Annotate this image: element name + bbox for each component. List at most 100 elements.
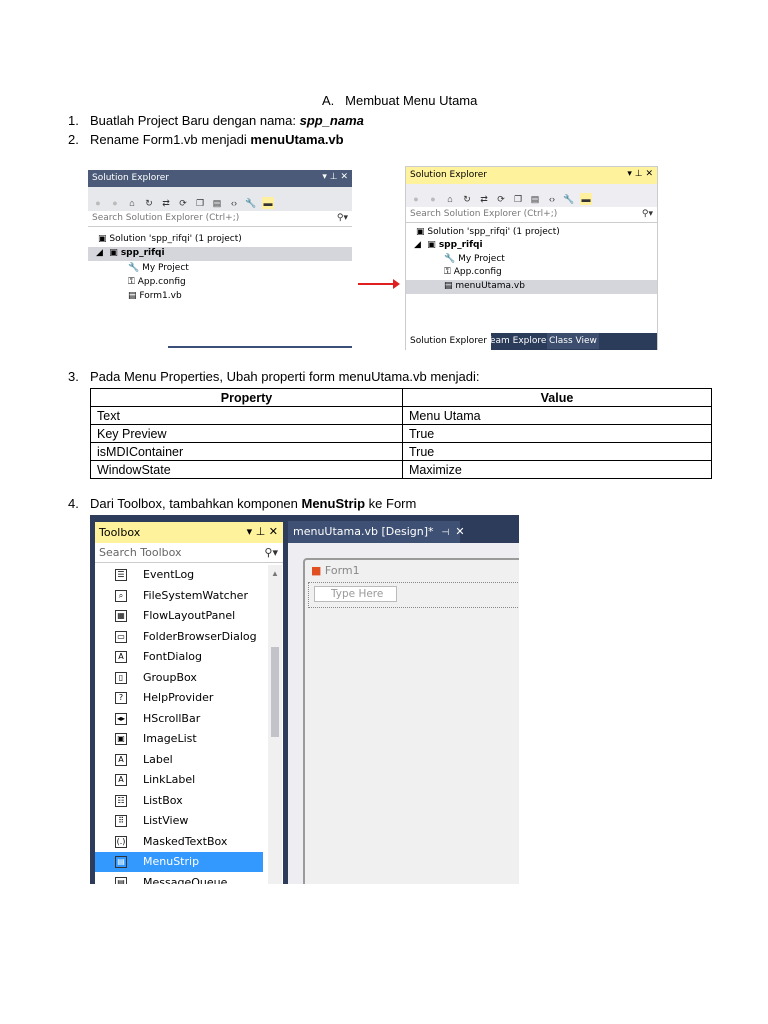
tree-item[interactable]: ⚿ App.config bbox=[444, 267, 502, 277]
window-controls[interactable]: ▾ ⊥ ✕ bbox=[322, 172, 348, 182]
tab-solution-explorer[interactable]: Solution Explorer bbox=[406, 333, 491, 350]
sync-icon[interactable]: ↻ bbox=[143, 197, 155, 209]
tab-designer[interactable]: menuUtama.vb [Design]* ⊣ ✕ bbox=[288, 521, 465, 543]
step-2: 2. Rename Form1.vb menjadi menuUtama.vb bbox=[68, 132, 344, 147]
cell: True bbox=[402, 424, 712, 443]
scrollbar[interactable]: ▲ bbox=[268, 565, 282, 884]
home-icon[interactable]: ⌂ bbox=[444, 193, 456, 205]
toolbox-item-icon: ⠿ bbox=[115, 815, 127, 827]
collapse-icon[interactable]: ❐ bbox=[194, 197, 206, 209]
code-icon[interactable]: ‹› bbox=[228, 197, 240, 209]
column-header: Property bbox=[90, 388, 403, 407]
forward-icon[interactable]: ● bbox=[109, 197, 121, 209]
toolbox-item[interactable]: ◂▸ HScrollBar bbox=[95, 709, 263, 729]
tree-item[interactable]: 🔧 My Project bbox=[444, 254, 505, 264]
properties-table: Property Value Text Menu Utama Key Preview… bbox=[90, 388, 712, 479]
wrench-icon[interactable]: 🔧 bbox=[245, 197, 257, 209]
tree-project[interactable]: ◢ ▣ spp_rifqi bbox=[88, 247, 352, 261]
back-icon[interactable]: ● bbox=[92, 197, 104, 209]
toolbox-item-icon: A bbox=[115, 774, 127, 786]
window-controls[interactable]: ▾ ⊥ ✕ bbox=[627, 169, 653, 179]
scroll-up-icon[interactable]: ▲ bbox=[271, 569, 279, 578]
search-icon: ⚲▾ bbox=[336, 213, 348, 223]
toolbox-item-label: EventLog bbox=[143, 568, 195, 581]
ide-screenshot: Toolbox ▾ ⊥ ✕ Search Toolbox ⚲▾ ☰ EventLog ⌕… bbox=[90, 515, 519, 884]
tree-solution[interactable]: ▣ Solution 'spp_rifqi' (1 project) bbox=[98, 234, 242, 244]
toolbox-search-input[interactable]: Search Toolbox ⚲▾ bbox=[95, 543, 283, 563]
pin-icon[interactable]: ⊣ bbox=[442, 528, 450, 538]
table-row: WindowState Maximize bbox=[90, 460, 712, 479]
search-icon: ⚲▾ bbox=[264, 546, 278, 559]
toolbox-item[interactable]: ▯ GroupBox bbox=[95, 668, 263, 688]
tree-project[interactable]: ◢ ▣ spp_rifqi bbox=[414, 240, 483, 250]
tree-item[interactable]: ⚿ App.config bbox=[128, 277, 186, 287]
toolbox-item[interactable]: A LinkLabel bbox=[95, 770, 263, 790]
preview-icon[interactable]: ▬ bbox=[262, 197, 274, 209]
tree-item[interactable]: 🔧 My Project bbox=[128, 263, 189, 273]
form-icon: ■ bbox=[311, 564, 322, 577]
designer-surface: ■ Form1 Type Here bbox=[288, 543, 519, 884]
toolbox-item-icon: A bbox=[115, 651, 127, 663]
toolbox-item[interactable]: ⠿ ListView bbox=[95, 811, 263, 831]
toolbox-item[interactable]: ▤ MessageQueue bbox=[95, 873, 263, 884]
show-all-icon[interactable]: ▤ bbox=[529, 193, 541, 205]
close-icon[interactable]: ✕ bbox=[455, 525, 464, 538]
toolbox-item-icon: ▭ bbox=[115, 630, 127, 643]
wrench-icon[interactable]: 🔧 bbox=[563, 193, 575, 205]
table-row: Key Preview True bbox=[90, 424, 712, 443]
swap-icon[interactable]: ⇄ bbox=[478, 193, 490, 205]
toolbox-item[interactable]: ☷ ListBox bbox=[95, 791, 263, 811]
cell: isMDIContainer bbox=[90, 442, 403, 461]
type-here-input[interactable]: Type Here bbox=[314, 586, 397, 602]
toolbox-item[interactable]: ▦ FlowLayoutPanel bbox=[95, 606, 263, 626]
swap-icon[interactable]: ⇄ bbox=[160, 197, 172, 209]
home-icon[interactable]: ⌂ bbox=[126, 197, 138, 209]
tab-class-view[interactable]: Class View bbox=[547, 333, 599, 349]
search-icon: ⚲▾ bbox=[641, 209, 653, 219]
preview-icon[interactable]: ▬ bbox=[580, 193, 592, 205]
search-input[interactable]: Search Solution Explorer (Ctrl+;) ⚲▾ bbox=[406, 207, 657, 223]
step-1: 1. Buatlah Project Baru dengan nama: spp_… bbox=[68, 113, 364, 128]
toolbox-item[interactable]: ? HelpProvider bbox=[95, 688, 263, 708]
toolbox-item[interactable]: (.) MaskedTextBox bbox=[95, 832, 263, 852]
refresh-icon[interactable]: ⟳ bbox=[495, 193, 507, 205]
back-icon[interactable]: ● bbox=[410, 193, 422, 205]
toolbox-item-label: HelpProvider bbox=[143, 691, 214, 704]
cell: Key Preview bbox=[90, 424, 403, 443]
table-row: isMDIContainer True bbox=[90, 442, 712, 461]
tree-item[interactable]: ▤ Form1.vb bbox=[128, 291, 182, 301]
toolbox-item[interactable]: A FontDialog bbox=[95, 647, 263, 667]
toolbox-item[interactable]: ▣ ImageList bbox=[95, 729, 263, 749]
toolbox-item-label: GroupBox bbox=[143, 670, 197, 684]
toolbox-item-icon: ◂▸ bbox=[115, 712, 127, 725]
toolbox-item[interactable]: A Label bbox=[95, 750, 263, 770]
column-header: Value bbox=[402, 388, 712, 407]
form-title: ■ Form1 bbox=[311, 564, 360, 577]
tab-team-explorer[interactable]: Team Explorer bbox=[484, 333, 552, 349]
tree-solution[interactable]: ▣ Solution 'spp_rifqi' (1 project) bbox=[416, 227, 560, 237]
menustrip[interactable]: Type Here bbox=[308, 582, 519, 608]
show-all-icon[interactable]: ▤ bbox=[211, 197, 223, 209]
toolbox-item-label: FileSystemWatcher bbox=[143, 588, 248, 602]
scrollbar-thumb[interactable] bbox=[271, 647, 279, 737]
toolbox-item[interactable]: ☰ EventLog bbox=[95, 565, 263, 585]
solution-explorer-after: Solution Explorer ▾ ⊥ ✕ ● ● ⌂ ↻ ⇄ ⟳ ❐ ▤ ‹› 🔧 ▬ Sear… bbox=[405, 166, 658, 350]
toolbox-item[interactable]: ⌕ FileSystemWatcher bbox=[95, 586, 263, 606]
window-controls[interactable]: ▾ ⊥ ✕ bbox=[247, 525, 278, 538]
collapse-icon[interactable]: ❐ bbox=[512, 193, 524, 205]
code-icon[interactable]: ‹› bbox=[546, 193, 558, 205]
step-3: 3. Pada Menu Properties, Ubah properti fo… bbox=[68, 369, 480, 384]
toolbox-item[interactable]: ▭ FolderBrowserDialog bbox=[95, 627, 263, 647]
toolbar: ● ● ⌂ ↻ ⇄ ⟳ ❐ ▤ ‹› 🔧 ▬ bbox=[406, 184, 657, 207]
refresh-icon[interactable]: ⟳ bbox=[177, 197, 189, 209]
toolbox-item-icon: ▤ bbox=[115, 856, 127, 868]
toolbox-panel: Toolbox ▾ ⊥ ✕ Search Toolbox ⚲▾ ☰ EventLog ⌕… bbox=[95, 522, 283, 884]
search-input[interactable]: Search Solution Explorer (Ctrl+;) ⚲▾ bbox=[88, 211, 352, 227]
toolbox-item-icon: ▤ bbox=[115, 876, 127, 884]
tree-item-selected[interactable]: ▤ menuUtama.vb bbox=[406, 280, 657, 294]
toolbox-item[interactable]: ▤ MenuStrip bbox=[95, 852, 263, 872]
sync-icon[interactable]: ↻ bbox=[461, 193, 473, 205]
forward-icon[interactable]: ● bbox=[427, 193, 439, 205]
toolbox-item-icon: ☷ bbox=[115, 794, 127, 807]
form-window[interactable]: ■ Form1 Type Here bbox=[303, 558, 519, 884]
